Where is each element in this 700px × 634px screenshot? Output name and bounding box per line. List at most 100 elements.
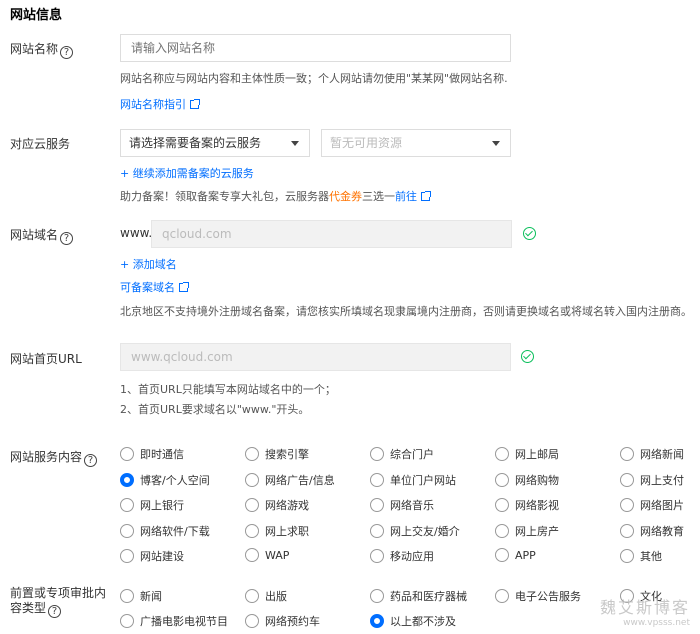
radio-option[interactable]: 网络广告/信息 bbox=[245, 472, 335, 488]
radio-circle-icon[interactable] bbox=[245, 523, 259, 538]
radio-option[interactable]: 广播电影电视节目 bbox=[120, 613, 228, 629]
radio-circle-icon[interactable] bbox=[245, 498, 259, 512]
radio-circle-icon[interactable] bbox=[245, 614, 259, 628]
radio-option[interactable]: 其他 bbox=[620, 548, 662, 564]
radio-option[interactable]: 综合门户 bbox=[370, 446, 434, 462]
radio-option[interactable]: 网络新闻 bbox=[620, 446, 684, 462]
radio-option[interactable]: 出版 bbox=[245, 588, 287, 604]
domain-note: 北京地区不支持境外注册域名备案，请您核实所填域名现隶属境内注册商，否则请更换域名… bbox=[120, 305, 692, 318]
radio-circle-icon[interactable] bbox=[370, 549, 384, 563]
radio-label: 搜索引擎 bbox=[265, 448, 309, 461]
radio-option[interactable]: 电子公告服务 bbox=[495, 588, 581, 604]
radio-option[interactable]: 网络游戏 bbox=[245, 497, 309, 513]
radio-option[interactable]: 网上银行 bbox=[120, 497, 184, 513]
radio-circle-icon[interactable] bbox=[620, 447, 634, 461]
section-title: 网站信息 bbox=[10, 8, 63, 23]
radio-option[interactable]: 新闻 bbox=[120, 588, 162, 604]
radio-label: 网络购物 bbox=[515, 473, 559, 487]
radio-option[interactable]: 网络图片 bbox=[620, 497, 684, 513]
radio-option[interactable]: 网络预约车 bbox=[245, 613, 320, 629]
registrable-domain-link[interactable]: 可备案域名 bbox=[120, 279, 189, 295]
radio-option[interactable]: 博客/个人空间 bbox=[120, 472, 210, 488]
radio-option[interactable]: 网络教育 bbox=[620, 523, 684, 539]
radio-option[interactable]: 网络购物 bbox=[495, 472, 559, 488]
radio-option[interactable]: 网络音乐 bbox=[370, 497, 434, 513]
radio-circle-icon[interactable] bbox=[370, 614, 384, 628]
radio-circle-icon[interactable] bbox=[495, 498, 509, 512]
radio-circle-icon[interactable] bbox=[370, 472, 384, 487]
radio-label: 电子公告服务 bbox=[515, 590, 581, 603]
radio-option[interactable]: WAP bbox=[245, 548, 289, 562]
radio-circle-icon[interactable] bbox=[120, 498, 134, 512]
radio-label: 网络教育 bbox=[640, 524, 684, 538]
radio-circle-icon[interactable] bbox=[120, 589, 134, 603]
radio-circle-icon[interactable] bbox=[245, 472, 259, 487]
radio-label: 博客/个人空间 bbox=[140, 473, 210, 487]
radio-option[interactable]: 网络影视 bbox=[495, 497, 559, 513]
radio-option[interactable]: 网上邮局 bbox=[495, 446, 559, 462]
radio-option[interactable]: 网上求职 bbox=[245, 523, 309, 539]
radio-circle-icon[interactable] bbox=[120, 549, 134, 563]
radio-option[interactable]: 搜索引擎 bbox=[245, 446, 309, 462]
check-circle-icon bbox=[523, 227, 536, 240]
radio-circle-icon[interactable] bbox=[495, 472, 509, 487]
radio-circle-icon[interactable] bbox=[620, 549, 634, 563]
radio-label: 网站建设 bbox=[140, 550, 184, 563]
cloud-service-select[interactable]: 请选择需要备案的云服务 bbox=[120, 129, 310, 157]
radio-circle-icon[interactable] bbox=[120, 447, 134, 461]
question-circle-icon[interactable]: ? bbox=[48, 605, 62, 618]
radio-circle-icon[interactable] bbox=[495, 548, 509, 562]
homepage-input[interactable]: www.qcloud.com bbox=[120, 343, 511, 371]
radio-circle-icon[interactable] bbox=[120, 472, 134, 487]
site-name-guide-link[interactable]: 网站名称指引 bbox=[120, 96, 200, 112]
add-domain-link[interactable]: + 添加域名 bbox=[120, 256, 177, 272]
radio-circle-icon[interactable] bbox=[245, 589, 259, 603]
caret-down-icon bbox=[492, 141, 500, 146]
radio-option[interactable]: 网站建设 bbox=[120, 548, 184, 564]
radio-label: 网络游戏 bbox=[265, 499, 309, 512]
radio-label: WAP bbox=[265, 548, 290, 562]
cloud-service-label: 对应云服务 bbox=[10, 137, 71, 151]
radio-circle-icon[interactable] bbox=[370, 447, 384, 461]
radio-circle-icon[interactable] bbox=[370, 589, 384, 603]
service-content-label: 网站服务内容? bbox=[10, 448, 98, 467]
question-circle-icon[interactable]: ? bbox=[84, 454, 98, 467]
radio-label: 网络音乐 bbox=[390, 499, 434, 512]
check-circle-icon bbox=[521, 350, 534, 363]
domain-input[interactable]: qcloud.com bbox=[151, 220, 512, 248]
radio-option[interactable]: 单位门户网站 bbox=[370, 472, 456, 488]
radio-option[interactable]: 网上交友/婚介 bbox=[370, 523, 460, 539]
promo-go-link[interactable]: 前往 bbox=[395, 190, 417, 203]
radio-circle-icon[interactable] bbox=[120, 614, 134, 628]
homepage-rule-1: 1、首页URL只能填写本网站域名中的一个； bbox=[120, 383, 336, 396]
radio-circle-icon[interactable] bbox=[620, 498, 634, 512]
radio-option[interactable]: 移动应用 bbox=[370, 548, 434, 564]
radio-circle-icon[interactable] bbox=[495, 447, 509, 461]
add-cloud-service-link[interactable]: + 继续添加需备案的云服务 bbox=[120, 165, 254, 181]
radio-circle-icon[interactable] bbox=[245, 548, 259, 562]
radio-circle-icon[interactable] bbox=[620, 523, 634, 538]
radio-label: 网络预约车 bbox=[265, 615, 320, 628]
promo-text: 助力备案！领取备案专享大礼包，云服务器代金券三选一前往 bbox=[120, 188, 431, 204]
radio-option[interactable]: 网络软件/下载 bbox=[120, 523, 210, 539]
resource-select[interactable]: 暂无可用资源 bbox=[321, 129, 511, 157]
radio-circle-icon[interactable] bbox=[370, 498, 384, 512]
radio-option[interactable]: 网上房产 bbox=[495, 523, 559, 539]
question-circle-icon[interactable]: ? bbox=[60, 232, 74, 245]
radio-circle-icon[interactable] bbox=[620, 472, 634, 487]
radio-option[interactable]: 药品和医疗器械 bbox=[370, 588, 467, 604]
radio-circle-icon[interactable] bbox=[120, 523, 134, 538]
question-circle-icon[interactable]: ? bbox=[60, 46, 74, 59]
radio-option[interactable]: APP bbox=[495, 548, 536, 562]
radio-circle-icon[interactable] bbox=[495, 523, 509, 538]
radio-label: 移动应用 bbox=[390, 550, 434, 563]
radio-circle-icon[interactable] bbox=[495, 589, 509, 603]
radio-option[interactable]: 即时通信 bbox=[120, 446, 184, 462]
external-link-icon bbox=[190, 99, 200, 109]
radio-option[interactable]: 网上支付 bbox=[620, 472, 684, 488]
radio-option[interactable]: 以上都不涉及 bbox=[370, 613, 456, 629]
site-name-input[interactable] bbox=[120, 34, 511, 62]
radio-circle-icon[interactable] bbox=[370, 523, 384, 538]
radio-circle-icon[interactable] bbox=[245, 447, 259, 461]
radio-label: 出版 bbox=[265, 590, 287, 603]
